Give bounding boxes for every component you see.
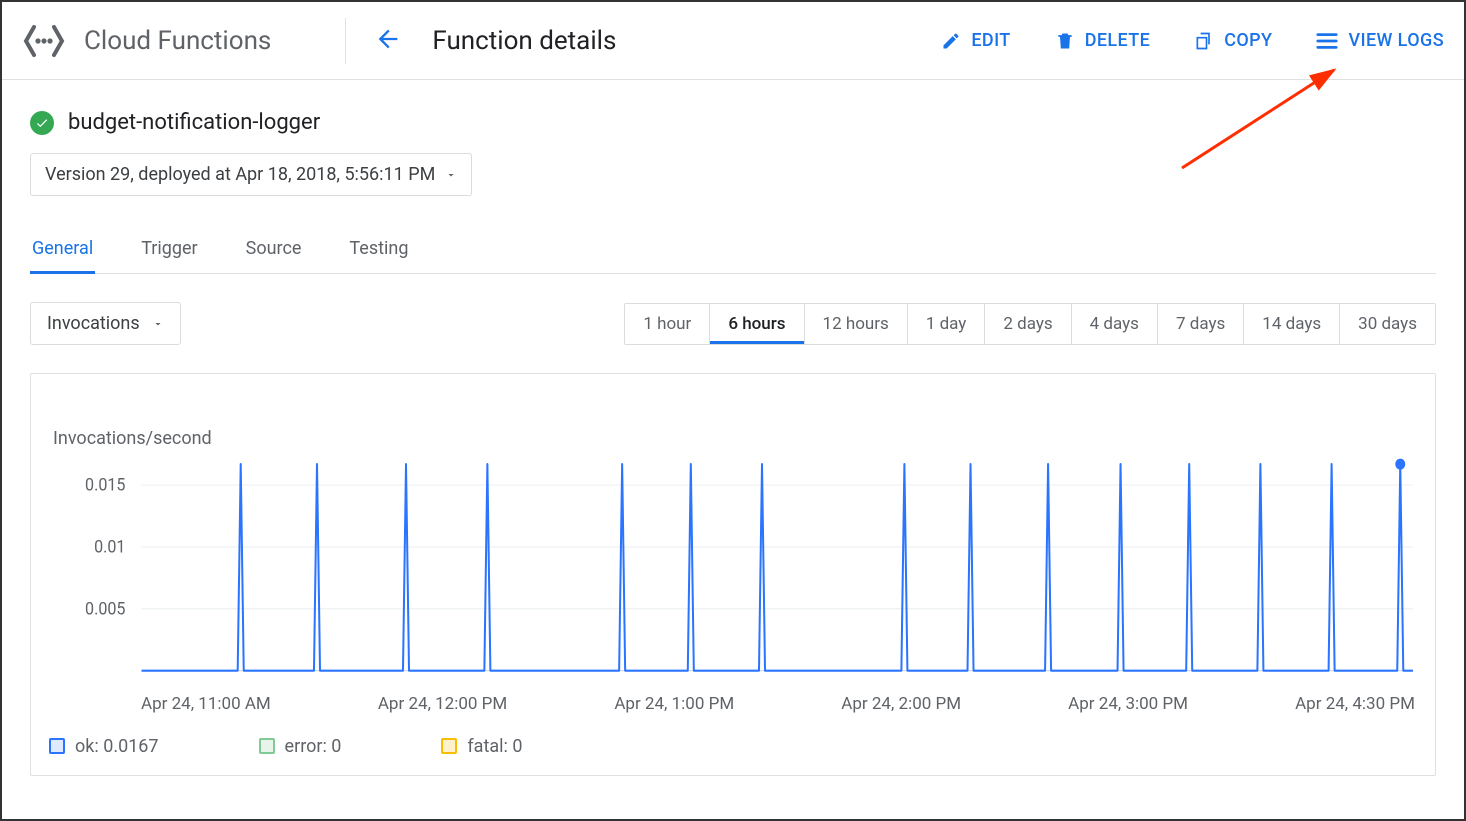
- chart-x-ticks: Apr 24, 11:00 AM Apr 24, 12:00 PM Apr 24, …: [141, 694, 1415, 714]
- svg-text:0.005: 0.005: [85, 599, 125, 620]
- x-tick-label: Apr 24, 12:00 PM: [378, 694, 507, 714]
- version-selector[interactable]: Version 29, deployed at Apr 18, 2018, 5:…: [30, 153, 472, 196]
- legend-error: error: 0: [259, 736, 342, 757]
- x-tick-label: Apr 24, 11:00 AM: [141, 694, 271, 714]
- invocations-chart: 0.005 0.01 0.015: [49, 456, 1417, 686]
- range-1-day[interactable]: 1 day: [907, 304, 985, 344]
- status-ok-icon: [30, 111, 54, 135]
- function-name: budget-notification-logger: [68, 110, 320, 135]
- legend-ok-label: ok: 0.0167: [75, 736, 159, 757]
- legend-swatch-error: [259, 738, 275, 754]
- function-status-row: budget-notification-logger: [30, 110, 1436, 135]
- legend-ok: ok: 0.0167: [49, 736, 159, 757]
- delete-button[interactable]: DELETE: [1055, 30, 1151, 51]
- tab-general[interactable]: General: [30, 224, 95, 273]
- copy-icon: [1194, 31, 1214, 51]
- separator: [345, 18, 346, 64]
- view-logs-button[interactable]: VIEW LOGS: [1316, 30, 1444, 51]
- view-logs-button-label: VIEW LOGS: [1348, 30, 1444, 51]
- range-7-days[interactable]: 7 days: [1157, 304, 1243, 344]
- x-tick-label: Apr 24, 3:00 PM: [1068, 694, 1188, 714]
- logs-icon: [1316, 31, 1338, 51]
- app-header: Cloud Functions Function details EDIT DE…: [2, 2, 1464, 80]
- range-1-hour[interactable]: 1 hour: [625, 304, 709, 344]
- cloud-functions-icon: [22, 19, 66, 63]
- range-12-hours[interactable]: 12 hours: [804, 304, 907, 344]
- time-range-group: 1 hour6 hours12 hours1 day2 days4 days7 …: [624, 303, 1436, 345]
- range-30-days[interactable]: 30 days: [1339, 304, 1435, 344]
- chevron-down-icon: [152, 318, 164, 330]
- page-title: Function details: [432, 26, 616, 56]
- tab-source[interactable]: Source: [244, 224, 304, 273]
- chevron-down-icon: [445, 169, 457, 181]
- delete-button-label: DELETE: [1085, 30, 1151, 51]
- x-tick-label: Apr 24, 2:00 PM: [841, 694, 961, 714]
- chart-y-axis-label: Invocations/second: [53, 428, 212, 449]
- legend-error-label: error: 0: [285, 736, 342, 757]
- tab-testing[interactable]: Testing: [347, 224, 410, 273]
- legend-swatch-ok: [49, 738, 65, 754]
- product-title: Cloud Functions: [84, 26, 271, 56]
- tabs: General Trigger Source Testing: [30, 224, 1436, 274]
- tab-trigger[interactable]: Trigger: [139, 224, 199, 273]
- chart-card: Invocations/second 0.005 0.01 0.015 Apr 24…: [30, 373, 1436, 776]
- range-6-hours[interactable]: 6 hours: [709, 304, 803, 344]
- legend-swatch-fatal: [441, 738, 457, 754]
- edit-button-label: EDIT: [971, 30, 1010, 51]
- range-4-days[interactable]: 4 days: [1071, 304, 1157, 344]
- range-14-days[interactable]: 14 days: [1243, 304, 1339, 344]
- edit-button[interactable]: EDIT: [941, 30, 1010, 51]
- svg-text:0.01: 0.01: [94, 537, 125, 558]
- metric-selector-label: Invocations: [47, 313, 140, 334]
- legend-fatal-label: fatal: 0: [467, 736, 522, 757]
- back-arrow-icon[interactable]: [374, 25, 402, 57]
- copy-button-label: COPY: [1224, 30, 1272, 51]
- trash-icon: [1055, 31, 1075, 51]
- x-tick-label: Apr 24, 1:00 PM: [614, 694, 734, 714]
- svg-text:0.015: 0.015: [85, 475, 125, 496]
- version-selector-label: Version 29, deployed at Apr 18, 2018, 5:…: [45, 164, 435, 185]
- product-brand: Cloud Functions: [22, 19, 271, 63]
- pencil-icon: [941, 31, 961, 51]
- range-2-days[interactable]: 2 days: [984, 304, 1070, 344]
- header-actions: EDIT DELETE COPY VIEW LOGS: [941, 30, 1444, 51]
- x-tick-label: Apr 24, 4:30 PM: [1295, 694, 1415, 714]
- legend-fatal: fatal: 0: [441, 736, 522, 757]
- copy-button[interactable]: COPY: [1194, 30, 1272, 51]
- chart-legend: ok: 0.0167 error: 0 fatal: 0: [49, 736, 1417, 757]
- metric-selector[interactable]: Invocations: [30, 302, 181, 345]
